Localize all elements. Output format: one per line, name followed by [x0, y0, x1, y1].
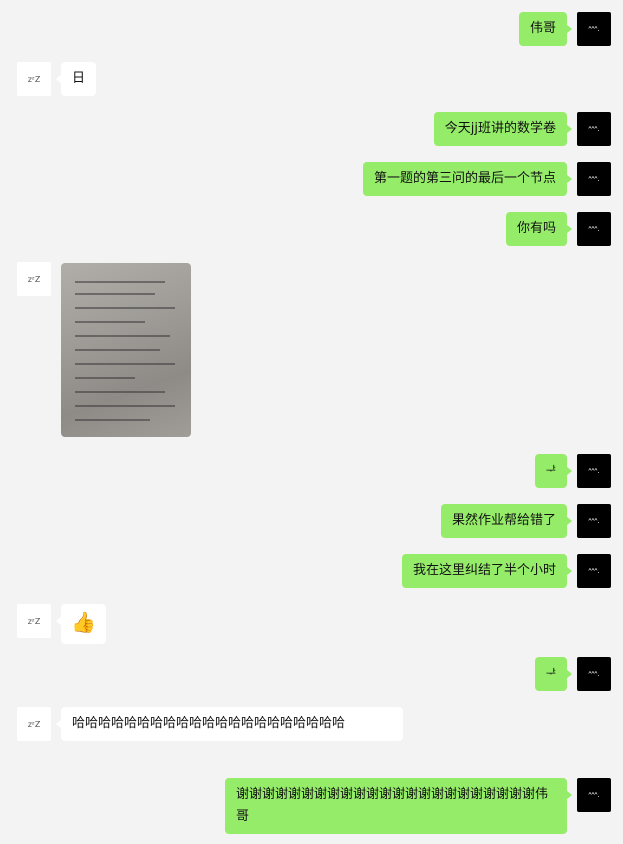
avatar[interactable]: ᴬᴬᴬ.: [577, 657, 611, 691]
avatar[interactable]: ᴬᴬᴬ.: [577, 112, 611, 146]
message-bubble[interactable]: 日: [55, 62, 97, 96]
avatar[interactable]: ᴬᴬᴬ.: [577, 504, 611, 538]
photo-text-line: [75, 377, 135, 379]
photo-text-line: [75, 321, 145, 323]
photo-text-line: [75, 349, 160, 351]
message-bubble[interactable]: 今天jj班讲的数学卷: [433, 112, 573, 146]
photo-text-line: [75, 419, 150, 421]
avatar[interactable]: ᴬᴬᴬ.: [577, 554, 611, 588]
message-bubble[interactable]: 谢谢谢谢谢谢谢谢谢谢谢谢谢谢谢谢谢谢谢谢谢谢谢伟哥: [225, 778, 572, 834]
message-bubble[interactable]: 果然作业帮给错了: [440, 504, 573, 538]
avatar[interactable]: zᶻZ: [17, 707, 51, 741]
photo-text-line: [75, 281, 165, 283]
photo-text-line: [75, 307, 175, 309]
avatar[interactable]: zᶻZ: [17, 62, 51, 96]
avatar[interactable]: ᴬᴬᴬ.: [577, 778, 611, 812]
message-bubble[interactable]: 你有吗: [505, 212, 573, 246]
photo-text-line: [75, 335, 170, 337]
photo-text-line: [75, 363, 175, 365]
message-bubble[interactable]: 第一题的第三问的最后一个节点: [362, 162, 573, 196]
avatar[interactable]: zᶻZ: [17, 262, 51, 296]
photo-text-line: [75, 293, 155, 295]
thumbs-up-icon: 👍: [71, 610, 96, 634]
avatar[interactable]: ᴬᴬᴬ.: [577, 162, 611, 196]
message-bubble[interactable]: ᅷ: [534, 454, 573, 488]
message-bubble[interactable]: 👍: [56, 604, 106, 644]
avatar[interactable]: ᴬᴬᴬ.: [577, 12, 611, 46]
photo-text-line: [75, 391, 165, 393]
photo-message[interactable]: [61, 263, 191, 437]
message-bubble[interactable]: 我在这里纠结了半个小时: [401, 554, 573, 588]
avatar[interactable]: zᶻZ: [17, 604, 51, 638]
message-bubble[interactable]: 哈哈哈哈哈哈哈哈哈哈哈哈哈哈哈哈哈哈哈哈哈: [56, 707, 403, 741]
avatar[interactable]: ᴬᴬᴬ.: [577, 454, 611, 488]
message-bubble[interactable]: 伟哥: [518, 12, 573, 46]
photo-text-line: [75, 405, 175, 407]
avatar[interactable]: ᴬᴬᴬ.: [577, 212, 611, 246]
message-bubble[interactable]: ᅷ: [534, 657, 573, 691]
